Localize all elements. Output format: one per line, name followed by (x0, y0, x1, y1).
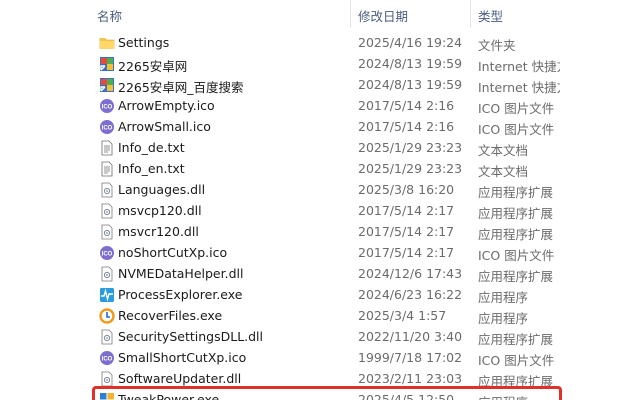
file-modified-date: 2023/2/11 23:03 (358, 371, 463, 386)
file-modified-date: 2025/4/16 19:24 (358, 35, 463, 50)
file-type: 文本文档 (478, 164, 529, 179)
file-modified-date: 2024/8/13 19:59 (358, 56, 463, 71)
folder-icon (99, 35, 115, 51)
file-name[interactable]: Info_de.txt (118, 140, 185, 155)
file-row[interactable]: RecoverFiles.exe 2025/3/4 1:57 应用程序 (0, 306, 640, 327)
file-row[interactable]: ICO ArrowEmpty.ico 2017/5/14 2:16 ICO 图片文件 (0, 96, 640, 117)
sort-ascending-icon[interactable]: ^ (218, 0, 226, 7)
dll-file-icon (99, 203, 115, 219)
column-header-date[interactable]: 修改日期 (358, 6, 408, 25)
file-row[interactable]: ICO ArrowSmall.ico 2017/5/14 2:16 ICO 图片文件 (0, 117, 640, 138)
ico-file-icon: ICO (99, 98, 115, 114)
file-modified-date: 1999/7/18 17:02 (358, 350, 463, 365)
file-type: ICO 图片文件 (478, 353, 555, 368)
file-modified-date: 2017/5/14 2:16 (358, 98, 455, 113)
file-modified-date: 2017/5/14 2:17 (358, 245, 455, 260)
text-file-icon (99, 161, 115, 177)
file-row[interactable]: 2265安卓网_百度搜索 2024/8/13 19:59 Internet 快捷方式 (0, 75, 640, 96)
file-row[interactable]: ICO SmallShortCutXp.ico 1999/7/18 17:02 ICO… (0, 348, 640, 369)
file-name[interactable]: ArrowEmpty.ico (118, 98, 215, 113)
file-type: ICO 图片文件 (478, 101, 555, 116)
ico-file-icon: ICO (99, 350, 115, 366)
process-explorer-icon (99, 287, 115, 303)
file-name[interactable]: SmallShortCutXp.ico (118, 350, 246, 365)
file-row[interactable]: msvcr120.dll 2017/5/14 2:17 应用程序扩展 (0, 222, 640, 243)
file-row[interactable]: 2265安卓网 2024/8/13 19:59 Internet 快捷方式 (0, 54, 640, 75)
text-file-icon (99, 140, 115, 156)
column-header-type[interactable]: 类型 (478, 6, 503, 25)
svg-text:ICO: ICO (102, 126, 113, 132)
dll-file-icon (99, 329, 115, 345)
file-name[interactable]: 2265安卓网 (118, 56, 187, 75)
file-row[interactable]: NVMEDataHelper.dll 2024/12/6 17:43 应用程序扩展 (0, 264, 640, 285)
column-divider[interactable] (350, 0, 351, 28)
file-type: 应用程序 (478, 290, 529, 305)
file-name[interactable]: NVMEDataHelper.dll (118, 266, 243, 281)
file-type: 应用程序扩展 (478, 206, 554, 221)
file-name[interactable]: msvcr120.dll (118, 224, 199, 239)
file-type: 文件夹 (478, 38, 516, 53)
file-type: 应用程序扩展 (478, 227, 554, 242)
file-row[interactable]: ICO noShortCutXp.ico 2017/5/14 2:17 ICO 图片文… (0, 243, 640, 264)
internet-shortcut-icon (99, 77, 115, 93)
file-row[interactable]: Settings 2025/4/16 19:24 文件夹 (0, 33, 640, 54)
file-modified-date: 2022/11/20 3:40 (358, 329, 463, 344)
file-modified-date: 2024/6/23 16:22 (358, 287, 463, 302)
svg-text:ICO: ICO (102, 357, 113, 363)
svg-text:ICO: ICO (102, 105, 113, 111)
file-type: ICO 图片文件 (478, 248, 555, 263)
file-type: Internet 快捷方式 (478, 59, 560, 74)
file-type: Internet 快捷方式 (478, 80, 560, 95)
svg-text:ICO: ICO (102, 252, 113, 258)
file-name[interactable]: 2265安卓网_百度搜索 (118, 77, 244, 96)
file-name[interactable]: RecoverFiles.exe (118, 308, 222, 323)
dll-file-icon (99, 371, 115, 387)
file-modified-date: 2017/5/14 2:17 (358, 224, 455, 239)
file-name[interactable]: SoftwareUpdater.dll (118, 371, 241, 386)
file-modified-date: 2017/5/14 2:16 (358, 119, 455, 134)
file-modified-date: 2024/12/6 17:43 (358, 266, 463, 281)
internet-shortcut-icon (99, 56, 115, 72)
file-type: 应用程序 (478, 311, 529, 326)
file-type: 应用程序扩展 (478, 332, 554, 347)
file-name[interactable]: ArrowSmall.ico (118, 119, 211, 134)
file-type: ICO 图片文件 (478, 122, 555, 137)
highlight-box (92, 386, 562, 400)
file-name[interactable]: msvcp120.dll (118, 203, 202, 218)
file-name[interactable]: noShortCutXp.ico (118, 245, 227, 260)
dll-file-icon (99, 224, 115, 240)
file-modified-date: 2017/5/14 2:17 (358, 203, 455, 218)
column-header-bar: ^ 名称 修改日期 类型 (0, 0, 640, 28)
column-header-name[interactable]: 名称 (97, 6, 122, 25)
file-name[interactable]: SecuritySettingsDLL.dll (118, 329, 263, 344)
file-modified-date: 2025/3/4 1:57 (358, 308, 447, 323)
file-modified-date: 2025/1/29 23:23 (358, 161, 463, 176)
file-type: 应用程序扩展 (478, 269, 554, 284)
file-row[interactable]: Info_en.txt 2025/1/29 23:23 文本文档 (0, 159, 640, 180)
file-type: 应用程序扩展 (478, 185, 554, 200)
file-name[interactable]: Settings (118, 35, 169, 50)
file-row[interactable]: SecuritySettingsDLL.dll 2022/11/20 3:40 应用… (0, 327, 640, 348)
file-type: 文本文档 (478, 143, 529, 158)
file-modified-date: 2024/8/13 19:59 (358, 77, 463, 92)
ico-file-icon: ICO (99, 245, 115, 261)
column-divider[interactable] (470, 0, 471, 28)
ico-file-icon: ICO (99, 119, 115, 135)
file-modified-date: 2025/1/29 23:23 (358, 140, 463, 155)
dll-file-icon (99, 182, 115, 198)
file-name[interactable]: Info_en.txt (118, 161, 185, 176)
file-row[interactable]: msvcp120.dll 2017/5/14 2:17 应用程序扩展 (0, 201, 640, 222)
recover-files-icon (99, 308, 115, 324)
file-modified-date: 2025/3/8 16:20 (358, 182, 455, 197)
dll-file-icon (99, 266, 115, 282)
file-row[interactable]: Info_de.txt 2025/1/29 23:23 文本文档 (0, 138, 640, 159)
file-row[interactable]: ProcessExplorer.exe 2024/6/23 16:22 应用程序 (0, 285, 640, 306)
file-name[interactable]: Languages.dll (118, 182, 205, 197)
file-row[interactable]: Languages.dll 2025/3/8 16:20 应用程序扩展 (0, 180, 640, 201)
file-name[interactable]: ProcessExplorer.exe (118, 287, 242, 302)
